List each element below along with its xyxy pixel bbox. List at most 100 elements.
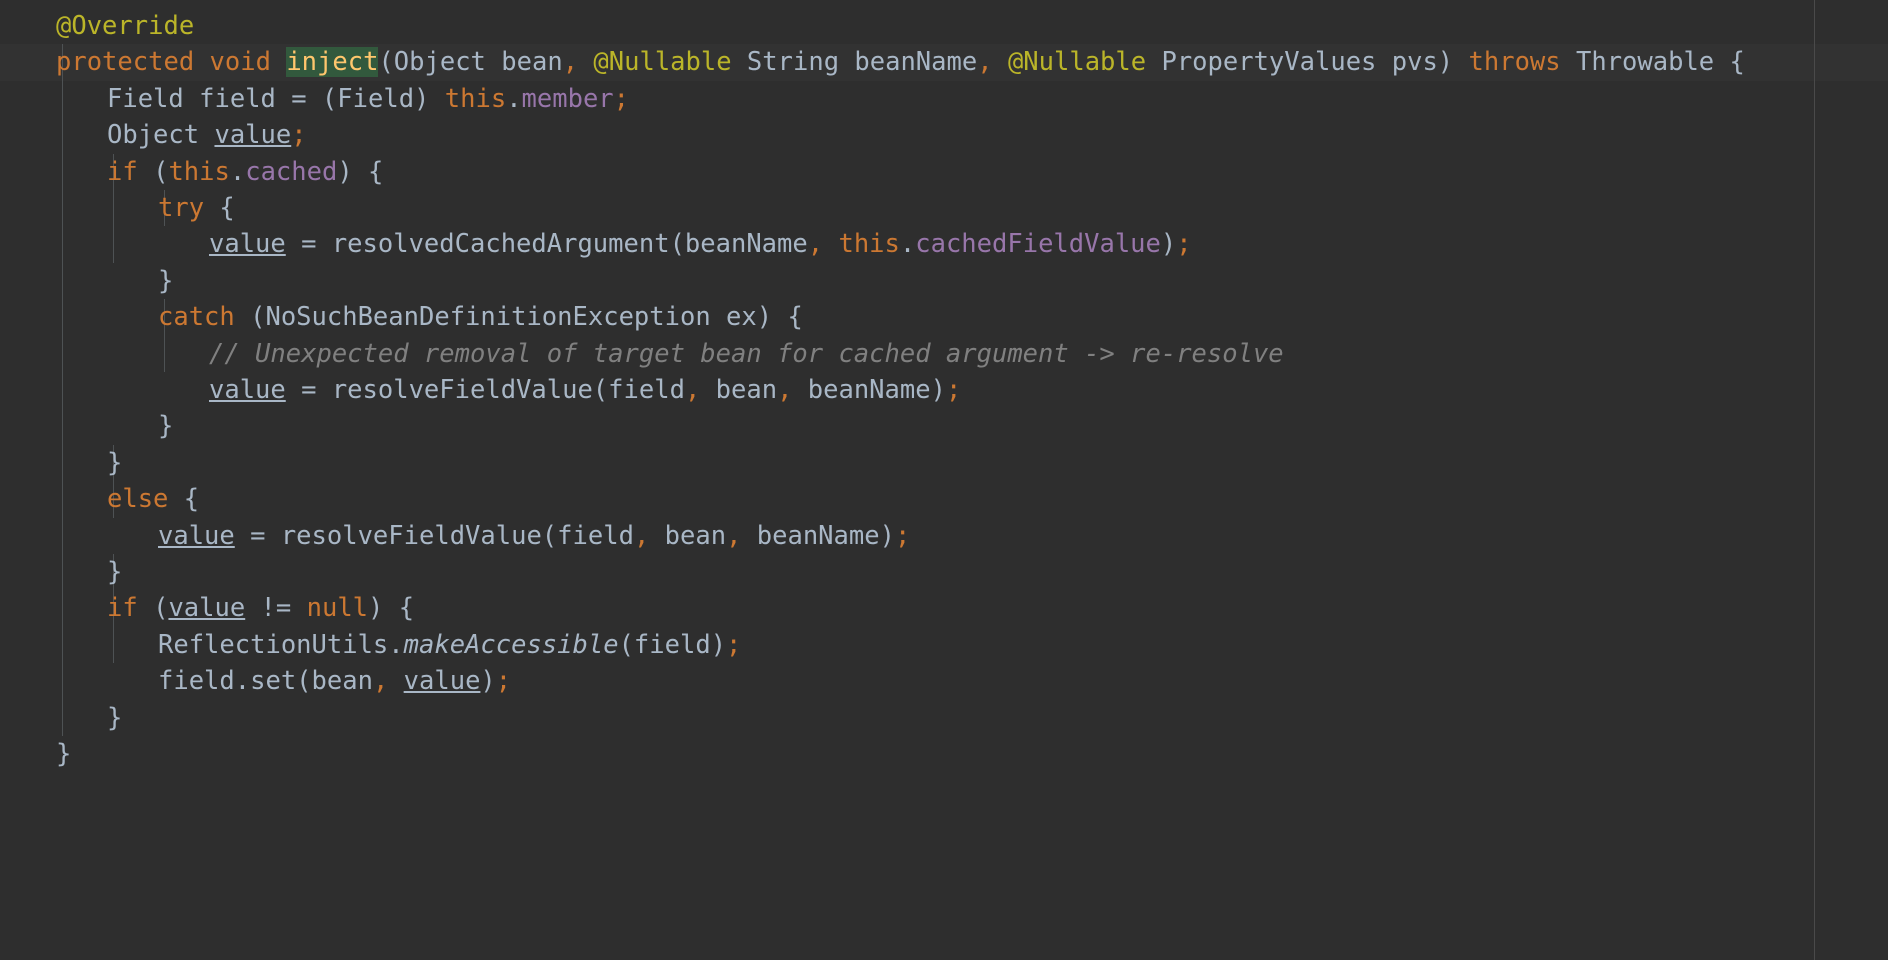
- code-line-text: value = resolveFieldValue(field, bean, b…: [0, 518, 910, 554]
- code-token-comment: // Unexpected removal of target bean for…: [209, 338, 1284, 369]
- code-token-local: value: [403, 666, 481, 697]
- code-token-plain: bean: [485, 47, 563, 78]
- code-line[interactable]: ReflectionUtils.makeAccessible(field);: [0, 627, 1888, 663]
- code-line[interactable]: }: [0, 408, 1888, 444]
- code-line-text: if (value != null) {: [0, 590, 414, 626]
- code-token-kw: null: [306, 593, 369, 624]
- code-token-anno: @Override: [56, 11, 195, 41]
- code-token-kw: this: [168, 156, 230, 187]
- code-line[interactable]: value = resolveFieldValue(field, bean, b…: [0, 372, 1888, 408]
- code-token-plain: (NoSuchBeanDefinitionException ex) {: [234, 302, 803, 333]
- code-line[interactable]: if (value != null) {: [0, 590, 1888, 626]
- code-line[interactable]: }: [0, 554, 1888, 590]
- code-line-text: protected void inject(Object bean, @Null…: [0, 44, 1745, 80]
- code-token-statfn: makeAccessible: [403, 629, 619, 660]
- code-line-text: }: [0, 408, 173, 444]
- code-token-plain: }: [56, 739, 72, 769]
- code-line[interactable]: @Override: [0, 8, 1888, 44]
- code-line[interactable]: Object value;: [0, 117, 1888, 153]
- code-token-plain: ) {: [368, 593, 415, 624]
- code-token-plain: .: [899, 229, 916, 260]
- code-line[interactable]: }: [0, 736, 1888, 772]
- code-line[interactable]: protected void inject(Object bean, @Null…: [0, 44, 1888, 81]
- code-line-text: // Unexpected removal of target bean for…: [0, 336, 1284, 372]
- code-token-plain: Object: [393, 47, 486, 78]
- code-token-punct: ,: [633, 520, 650, 551]
- code-line[interactable]: field.set(bean, value);: [0, 663, 1888, 699]
- code-token-plain: {: [168, 484, 200, 515]
- code-line-text: }: [0, 263, 173, 299]
- code-token-local: value: [209, 229, 286, 260]
- code-token-punct: ;: [613, 83, 630, 114]
- code-token-anno: @Nullable: [593, 47, 732, 78]
- code-token-plain: }: [107, 447, 123, 478]
- code-token-anno: @Nullable: [1007, 47, 1147, 78]
- code-line[interactable]: catch (NoSuchBeanDefinitionException ex)…: [0, 299, 1888, 335]
- code-token-kw: if: [107, 156, 138, 187]
- code-token-plain: ): [1160, 229, 1177, 260]
- code-token-local: value: [168, 593, 246, 624]
- code-token-punct: ;: [894, 520, 911, 551]
- code-line[interactable]: }: [0, 263, 1888, 299]
- code-line-text: }: [0, 736, 71, 772]
- code-token-plain: Field field = (Field): [107, 83, 445, 114]
- code-line[interactable]: Field field = (Field) this.member;: [0, 81, 1888, 117]
- code-line[interactable]: if (this.cached) {: [0, 154, 1888, 190]
- code-line[interactable]: else {: [0, 481, 1888, 517]
- code-token-plain: .: [506, 83, 522, 114]
- code-token-punct: ;: [1176, 229, 1192, 260]
- code-line[interactable]: value = resolveFieldValue(field, bean, b…: [0, 518, 1888, 554]
- code-token-punct: ;: [291, 120, 307, 151]
- code-token-kw: try: [158, 193, 205, 223]
- code-line-text: }: [0, 445, 122, 481]
- code-token-kw: void: [209, 47, 271, 78]
- code-token-plain: PropertyValues pvs): [1146, 47, 1469, 78]
- code-token-local: value: [158, 520, 235, 551]
- code-line-text: Object value;: [0, 117, 307, 153]
- code-token-field: cached: [245, 156, 338, 187]
- code-token-local: value: [214, 120, 292, 151]
- code-token-plain: bean: [649, 520, 727, 551]
- code-token-kw: this: [444, 83, 507, 114]
- code-token-hl: inject: [286, 47, 379, 78]
- code-line[interactable]: }: [0, 700, 1888, 736]
- code-token-plain: String beanName: [731, 47, 978, 78]
- code-line-text: value = resolveFieldValue(field, bean, b…: [0, 372, 961, 408]
- code-token-plain: ) {: [337, 156, 384, 187]
- code-line-text: }: [0, 700, 122, 736]
- code-line-text: if (this.cached) {: [0, 154, 383, 190]
- code-token-plain: beanName): [792, 375, 946, 405]
- code-editor[interactable]: @Override protected void inject(Object be…: [0, 0, 1888, 960]
- code-line-text: Field field = (Field) this.member;: [0, 81, 629, 117]
- code-line[interactable]: try {: [0, 190, 1888, 226]
- code-line-text: @Override: [0, 8, 194, 44]
- code-token-punct: ,: [562, 47, 579, 78]
- code-token-field: cachedFieldValue: [915, 229, 1161, 260]
- code-line-text: value = resolvedCachedArgument(beanName,…: [0, 226, 1192, 262]
- code-line[interactable]: }: [0, 445, 1888, 481]
- code-token-punct: ;: [495, 666, 512, 697]
- code-token-plain: }: [107, 557, 123, 587]
- code-token-kw: protected: [56, 47, 195, 78]
- code-token-punct: ,: [977, 47, 993, 78]
- code-token-kw: if: [107, 593, 138, 624]
- code-token-plain: {: [204, 193, 235, 223]
- code-token-punct: ,: [372, 666, 389, 697]
- code-token-field: member: [521, 83, 614, 114]
- code-token-kw: this: [838, 229, 900, 260]
- code-token-plain: .: [229, 156, 246, 187]
- code-token-plain: (: [137, 156, 169, 187]
- code-token-plain: = resolvedCachedArgument(beanName: [285, 229, 808, 260]
- code-token-plain: }: [107, 702, 123, 733]
- code-token-punct: ,: [777, 375, 793, 405]
- code-token-plain: !=: [245, 593, 307, 624]
- code-line-text: }: [0, 554, 122, 590]
- code-token-plain: = resolveFieldValue(field: [234, 520, 634, 551]
- code-line[interactable]: value = resolvedCachedArgument(beanName,…: [0, 226, 1888, 262]
- code-token-plain: = resolveFieldValue(field: [285, 375, 685, 405]
- code-line[interactable]: // Unexpected removal of target bean for…: [0, 336, 1888, 372]
